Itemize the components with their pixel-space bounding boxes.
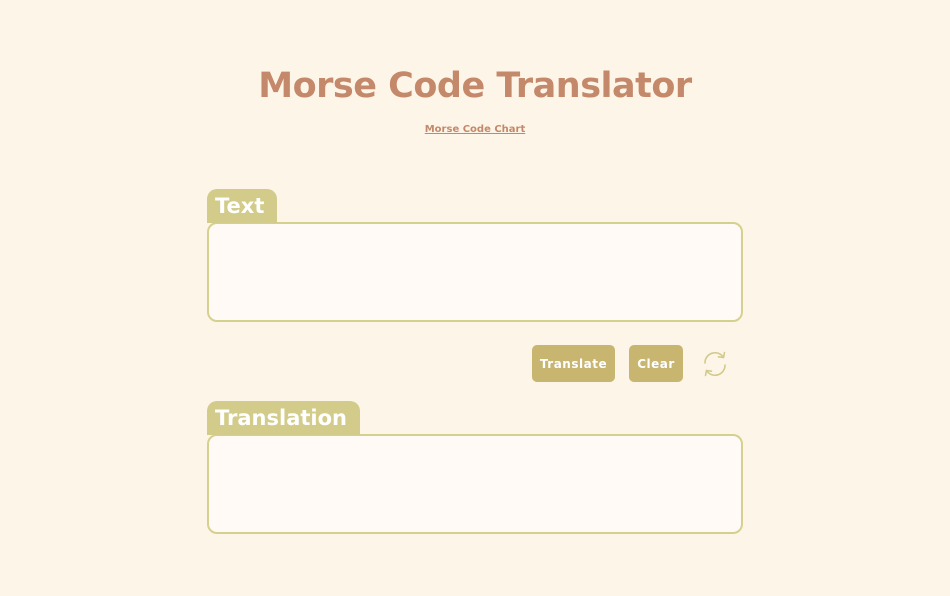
- swap-arrows-icon[interactable]: [699, 349, 731, 379]
- translation-label: Translation: [207, 401, 360, 435]
- text-section: Text: [207, 189, 743, 322]
- page-title: Morse Code Translator: [258, 66, 692, 106]
- translation-section: Translation: [207, 401, 743, 534]
- text-input[interactable]: [207, 222, 743, 322]
- translation-output[interactable]: [207, 434, 743, 534]
- morse-chart-link[interactable]: Morse Code Chart: [0, 123, 950, 137]
- translate-button[interactable]: Translate: [532, 345, 615, 382]
- text-label: Text: [207, 189, 278, 223]
- clear-button[interactable]: Clear: [629, 345, 683, 382]
